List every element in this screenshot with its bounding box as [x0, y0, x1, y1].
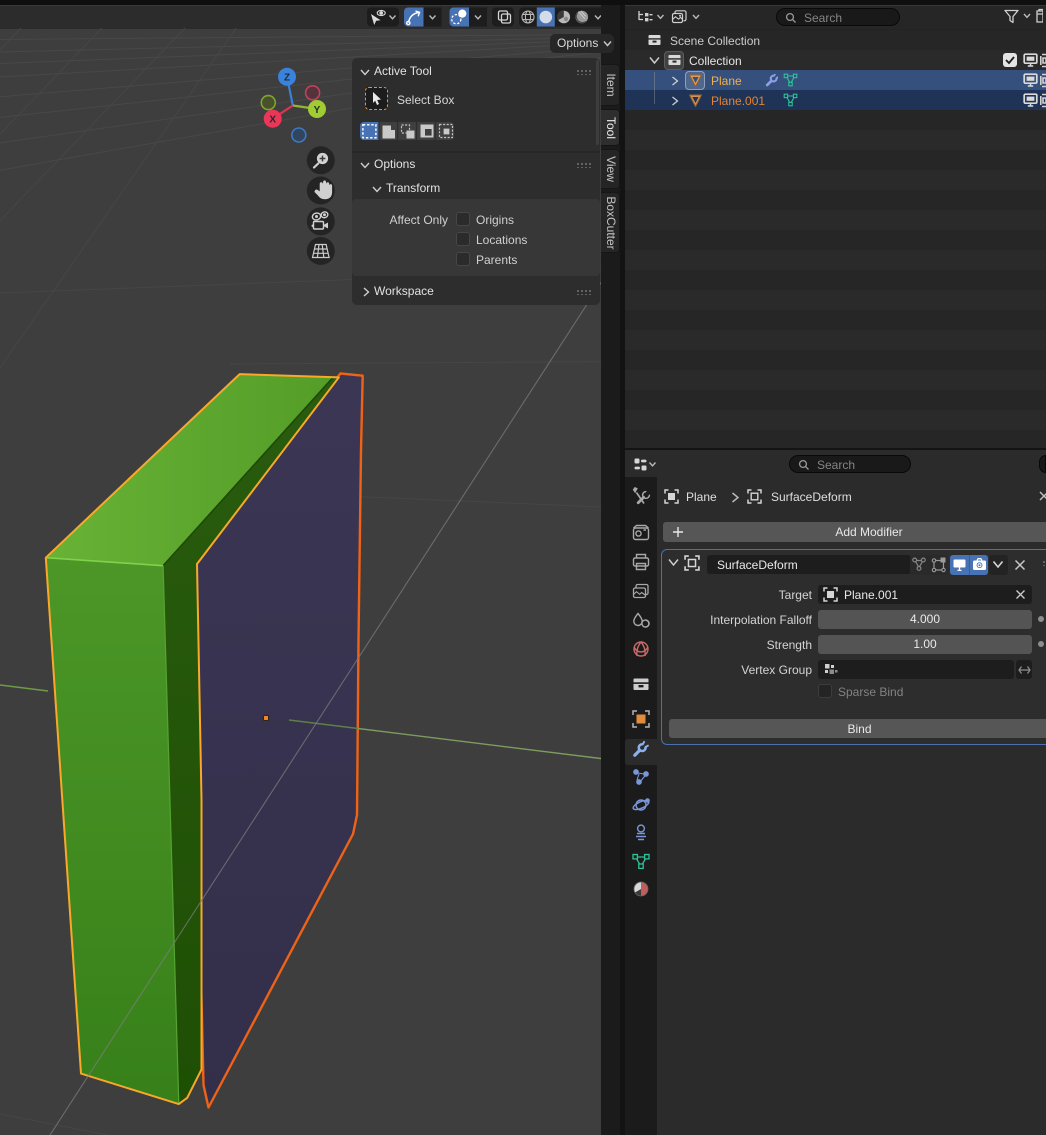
svg-text:X: X: [269, 115, 276, 126]
svg-text:Y: Y: [314, 105, 321, 116]
svg-text:Z: Z: [284, 73, 290, 84]
